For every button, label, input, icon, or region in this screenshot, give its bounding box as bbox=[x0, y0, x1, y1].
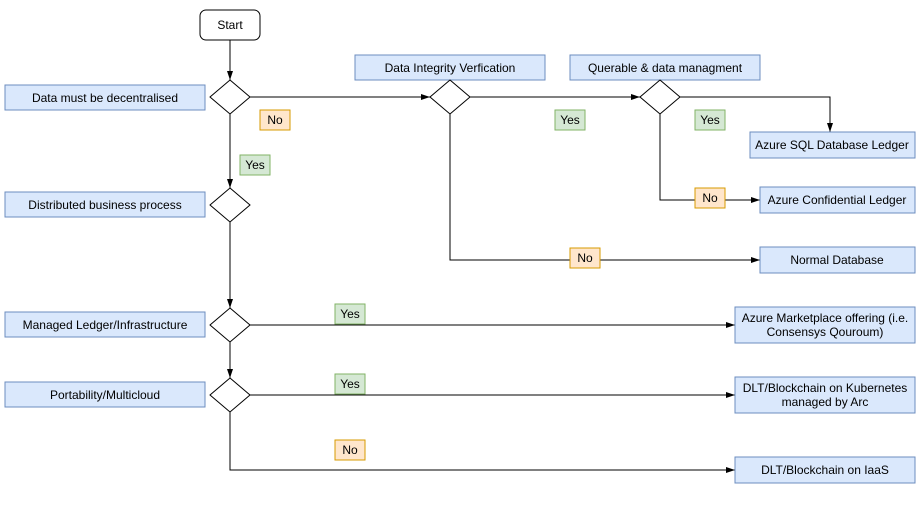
result-marketplace-label2: Consensys Qouroum) bbox=[767, 325, 884, 339]
result-sql-ledger-label: Azure SQL Database Ledger bbox=[755, 138, 909, 152]
result-k8s-label2: managed by Arc bbox=[782, 395, 869, 409]
decision-d2 bbox=[430, 80, 470, 114]
result-normal-db-label: Normal Database bbox=[790, 253, 884, 267]
yes-d3-label: Yes bbox=[700, 113, 720, 127]
decision-d1 bbox=[210, 80, 250, 114]
start-label: Start bbox=[217, 18, 243, 32]
yes-d1-label: Yes bbox=[245, 158, 265, 172]
question-querable-label: Querable & data managment bbox=[588, 61, 743, 75]
yes-d6-label: Yes bbox=[340, 377, 360, 391]
question-managed-label: Managed Ledger/Infrastructure bbox=[23, 318, 188, 332]
result-k8s-label1: DLT/Blockchain on Kubernetes bbox=[743, 381, 908, 395]
decision-d3 bbox=[640, 80, 680, 114]
question-integrity-label: Data Integrity Verfication bbox=[385, 61, 516, 75]
question-decentralised-label: Data must be decentralised bbox=[32, 91, 178, 105]
flowchart: Start Data must be decentralised No Data… bbox=[0, 0, 921, 511]
decision-d5 bbox=[210, 308, 250, 342]
edge-d6-r6 bbox=[230, 412, 735, 470]
yes-d5-label: Yes bbox=[340, 307, 360, 321]
result-iaas-label: DLT/Blockchain on IaaS bbox=[761, 463, 889, 477]
question-distributed-label: Distributed business process bbox=[28, 198, 181, 212]
edge-d2-r3 bbox=[450, 114, 760, 260]
yes-d2-label: Yes bbox=[560, 113, 580, 127]
result-marketplace-label1: Azure Marketplace offering (i.e. bbox=[742, 311, 909, 325]
no-d3-label: No bbox=[702, 191, 718, 205]
decision-d4 bbox=[210, 188, 250, 222]
no-d1-label: No bbox=[267, 113, 283, 127]
decision-d6 bbox=[210, 378, 250, 412]
no-d6-label: No bbox=[342, 443, 358, 457]
result-confidential-label: Azure Confidential Ledger bbox=[768, 193, 907, 207]
no-d2-label: No bbox=[577, 251, 593, 265]
question-portability-label: Portability/Multicloud bbox=[50, 388, 160, 402]
